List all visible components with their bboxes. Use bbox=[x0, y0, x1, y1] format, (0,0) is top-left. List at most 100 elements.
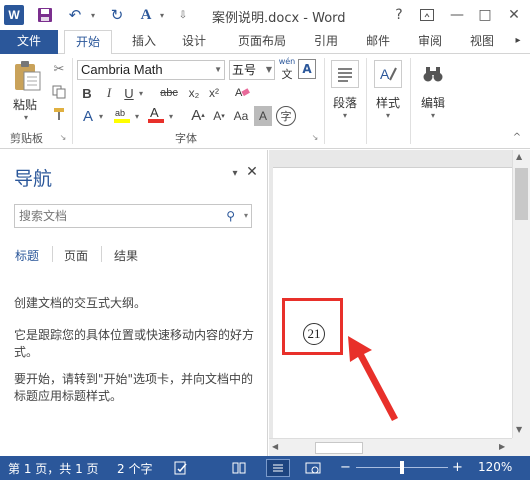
clipboard-launcher-icon[interactable]: ↘ bbox=[58, 132, 68, 142]
binoculars-icon[interactable] bbox=[419, 60, 447, 88]
font-color-button-dropdown-icon[interactable]: ▾ bbox=[166, 106, 176, 126]
status-bar: 第 1 页，共 1 页 2 个字 − + 120% bbox=[0, 456, 530, 480]
paragraph-dropdown-icon[interactable]: ▾ bbox=[340, 110, 350, 120]
word-count[interactable]: 2 个字 bbox=[117, 460, 152, 477]
styles-icon[interactable]: A bbox=[374, 60, 402, 88]
scroll-thumb[interactable] bbox=[515, 168, 528, 220]
scroll-thumb-horizontal[interactable] bbox=[315, 442, 363, 454]
scroll-up-icon[interactable]: ▲ bbox=[516, 152, 522, 161]
navigation-pane: 导航 ▾ ✕ 搜索文档 ⚲ ▾ 标题 页面 结果 创建文档的交互式大纲。 它是跟… bbox=[0, 150, 268, 456]
separator bbox=[324, 58, 325, 144]
highlight-icon[interactable]: ab bbox=[112, 104, 132, 126]
char-border-icon[interactable]: A bbox=[298, 59, 316, 79]
help-button[interactable]: ? bbox=[388, 4, 410, 26]
nav-tab-results[interactable]: 结果 bbox=[114, 247, 138, 264]
scroll-left-icon[interactable]: ◀ bbox=[272, 442, 278, 451]
read-mode-icon[interactable] bbox=[230, 459, 248, 477]
window-title: 案例说明.docx - Word bbox=[212, 11, 346, 26]
font-launcher-icon[interactable]: ↘ bbox=[310, 132, 320, 142]
strikethrough-button[interactable]: abc bbox=[156, 84, 182, 102]
zoom-out-button[interactable]: − bbox=[340, 460, 351, 475]
nav-options-icon[interactable]: ▾ bbox=[228, 166, 242, 180]
nav-close-icon[interactable]: ✕ bbox=[244, 164, 260, 180]
proofing-icon[interactable] bbox=[172, 459, 190, 477]
web-layout-icon[interactable] bbox=[304, 459, 322, 477]
tab-view[interactable]: 视图 bbox=[462, 30, 502, 54]
horizontal-scrollbar[interactable]: ◀ ▶ bbox=[269, 438, 512, 456]
cut-icon[interactable]: ✂ bbox=[50, 60, 68, 78]
zoom-in-button[interactable]: + bbox=[452, 460, 463, 475]
change-case-icon[interactable]: Aa bbox=[230, 106, 252, 126]
nav-search-input[interactable]: 搜索文档 ⚲ ▾ bbox=[14, 204, 252, 228]
search-dropdown-icon[interactable]: ▾ bbox=[244, 205, 248, 227]
tab-home[interactable]: 开始 bbox=[64, 30, 112, 55]
ribbon-scroll-icon[interactable]: ▸ bbox=[508, 30, 528, 54]
subscript-button[interactable]: x₂ bbox=[184, 84, 204, 102]
zoom-level[interactable]: 120% bbox=[478, 460, 512, 474]
word-app-icon[interactable]: W bbox=[4, 5, 24, 25]
underline-dropdown-icon[interactable]: ▾ bbox=[136, 84, 146, 102]
undo-icon[interactable]: ↶ bbox=[66, 6, 84, 24]
nav-tab-headings[interactable]: 标题 bbox=[15, 247, 39, 264]
paste-icon[interactable] bbox=[10, 58, 44, 94]
undo-dropdown-icon[interactable]: ▾ bbox=[84, 6, 102, 24]
paragraph-label[interactable]: 段落 bbox=[333, 94, 357, 111]
paste-dropdown-icon[interactable]: ▾ bbox=[20, 112, 32, 122]
vertical-scrollbar[interactable]: ▲ ▼ bbox=[512, 150, 530, 438]
tab-file[interactable]: 文件 bbox=[0, 30, 58, 54]
font-size-select[interactable]: 五号 ▼ bbox=[229, 60, 275, 80]
nav-help-text: 它是跟踪您的具体位置或快速移动内容的好方式。 bbox=[14, 328, 255, 359]
svg-text:A: A bbox=[150, 105, 159, 120]
tab-insert[interactable]: 插入 bbox=[124, 30, 164, 54]
enclose-char-icon[interactable]: 字 bbox=[276, 106, 296, 126]
customize-qat-icon[interactable]: ⇩ bbox=[174, 6, 192, 24]
font-color-dropdown-icon[interactable]: ▾ bbox=[153, 6, 171, 24]
copy-icon[interactable] bbox=[50, 83, 68, 101]
scroll-right-icon[interactable]: ▶ bbox=[499, 442, 505, 451]
paragraph-icon[interactable] bbox=[331, 60, 359, 88]
clear-formatting-icon[interactable]: A bbox=[232, 82, 252, 102]
font-group-label: 字体 bbox=[175, 132, 197, 145]
collapse-ribbon-icon[interactable]: ^ bbox=[510, 130, 524, 144]
close-button[interactable]: ✕ bbox=[503, 4, 525, 26]
text-effects-dropdown-icon[interactable]: ▾ bbox=[96, 106, 106, 126]
tab-design[interactable]: 设计 bbox=[174, 30, 214, 54]
format-painter-icon[interactable] bbox=[50, 105, 68, 123]
tab-references[interactable]: 引用 bbox=[306, 30, 346, 54]
text-effects-icon[interactable]: A bbox=[78, 106, 98, 126]
superscript-button[interactable]: x² bbox=[204, 84, 224, 102]
print-layout-icon[interactable] bbox=[266, 459, 290, 477]
char-shading-icon[interactable]: A bbox=[254, 106, 272, 126]
red-arrow-icon bbox=[348, 336, 398, 421]
shrink-font-icon[interactable]: A ▾ bbox=[208, 106, 230, 126]
editing-dropdown-icon[interactable]: ▾ bbox=[428, 110, 438, 120]
svg-text:A: A bbox=[235, 87, 243, 99]
page-count[interactable]: 第 1 页，共 1 页 bbox=[8, 460, 99, 477]
grow-font-icon[interactable]: A ▴ bbox=[186, 104, 210, 126]
save-icon[interactable] bbox=[36, 6, 54, 24]
maximize-button[interactable]: □ bbox=[474, 4, 496, 26]
nav-help-text: 要开始，请转到"开始"选项卡，并向文档中的标题应用标题样式。 bbox=[14, 372, 254, 403]
styles-dropdown-icon[interactable]: ▾ bbox=[383, 110, 393, 120]
bold-button[interactable]: B bbox=[78, 84, 96, 102]
redo-icon[interactable]: ↻ bbox=[108, 6, 126, 24]
phonetic-guide-icon[interactable]: wén 文 bbox=[278, 57, 296, 81]
paste-label[interactable]: 粘贴 bbox=[13, 96, 37, 113]
italic-button[interactable]: I bbox=[100, 84, 118, 102]
editing-label[interactable]: 编辑 bbox=[421, 94, 445, 111]
search-icon[interactable]: ⚲ bbox=[226, 205, 235, 227]
ribbon-display-button[interactable] bbox=[416, 4, 438, 26]
font-name-select[interactable]: Cambria Math ▼ bbox=[77, 60, 225, 80]
tab-review[interactable]: 审阅 bbox=[410, 30, 450, 54]
scroll-down-icon[interactable]: ▼ bbox=[516, 425, 522, 434]
tab-layout[interactable]: 页面布局 bbox=[230, 30, 294, 54]
zoom-slider-thumb[interactable] bbox=[400, 461, 404, 474]
highlight-dropdown-icon[interactable]: ▾ bbox=[132, 106, 142, 126]
font-color-button-icon[interactable]: A bbox=[146, 104, 166, 126]
nav-tab-pages[interactable]: 页面 bbox=[64, 247, 88, 264]
separator bbox=[101, 246, 102, 262]
minimize-button[interactable]: — bbox=[446, 4, 468, 26]
tab-mailings[interactable]: 邮件 bbox=[358, 30, 398, 54]
styles-label[interactable]: 样式 bbox=[376, 94, 400, 111]
circled-number[interactable]: 21 bbox=[303, 323, 325, 345]
